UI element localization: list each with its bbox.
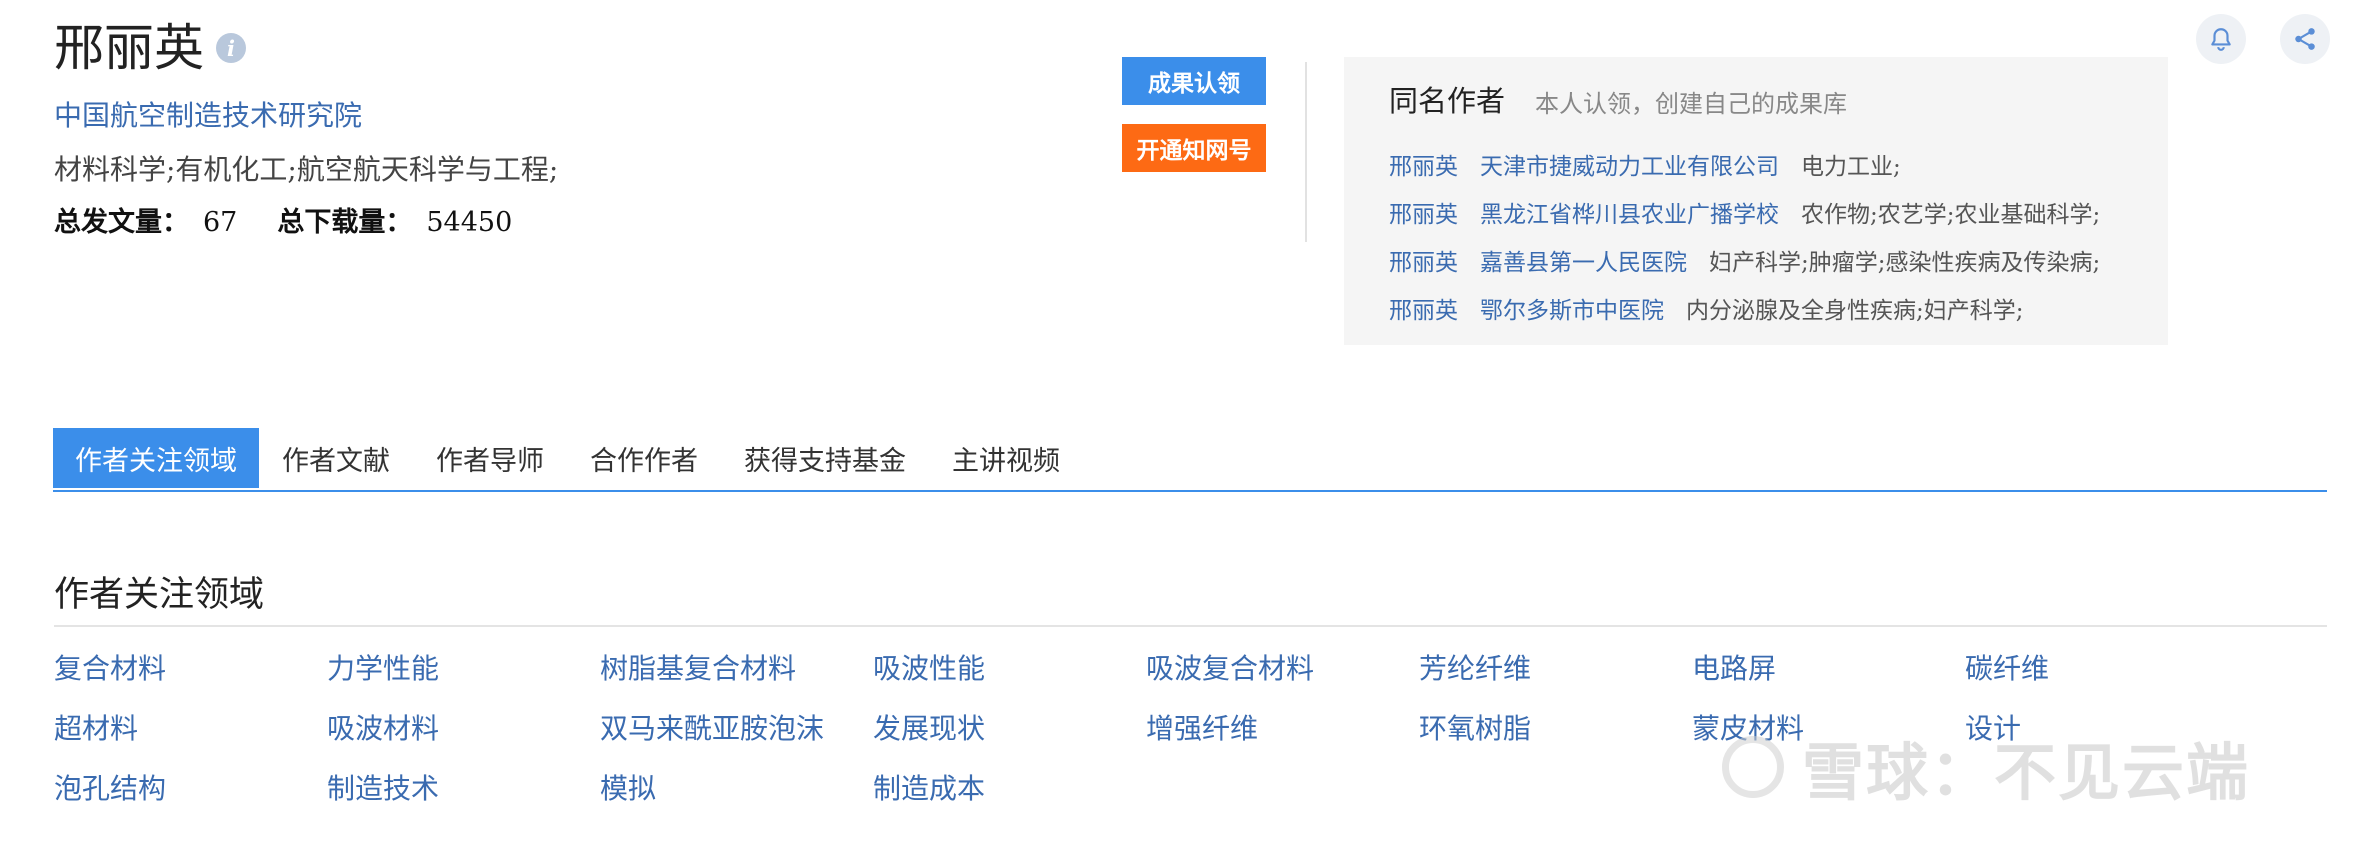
same-name-org-link[interactable]: 天津市捷威动力工业有限公司 (1480, 147, 1779, 181)
same-name-author-link[interactable]: 邢丽英 (1389, 195, 1458, 229)
total-downloads-label: 总下载量： (277, 207, 413, 238)
keyword-link[interactable]: 增强纤维 (1146, 707, 1258, 747)
keyword-link[interactable]: 芳纶纤维 (1419, 647, 1531, 687)
same-name-fields: 电力工业; (1801, 154, 1901, 180)
same-name-org-link[interactable]: 黑龙江省桦川县农业广播学校 (1480, 195, 1779, 229)
keyword-link[interactable]: 制造成本 (873, 767, 985, 807)
author-name: 邢丽英 (54, 19, 204, 77)
same-name-row: 邢丽英 嘉善县第一人民医院 妇产科学;肿瘤学;感染性疾病及传染病; (1389, 243, 2100, 277)
keyword-link[interactable]: 吸波性能 (873, 647, 985, 687)
watermark-text: 雪球：不见云端 (1802, 736, 2251, 809)
same-name-org-link[interactable]: 嘉善县第一人民医院 (1480, 243, 1687, 277)
keyword-link[interactable]: 吸波材料 (327, 707, 439, 747)
same-name-row: 邢丽英 天津市捷威动力工业有限公司 电力工业; (1389, 147, 1901, 181)
same-name-author-link[interactable]: 邢丽英 (1389, 147, 1458, 181)
section-divider (54, 625, 2327, 627)
keyword-link[interactable]: 模拟 (600, 767, 656, 807)
open-notification-button[interactable]: 开通知网号 (1122, 124, 1266, 172)
section-title: 作者关注领域 (54, 575, 265, 615)
author-header: 邢丽英 i (54, 18, 246, 78)
same-name-fields: 农作物;农艺学;农业基础科学; (1801, 202, 2101, 228)
tab-funding[interactable]: 获得支持基金 (721, 428, 929, 488)
tab-publications[interactable]: 作者文献 (259, 428, 413, 488)
keyword-link[interactable]: 吸波复合材料 (1146, 647, 1314, 687)
same-name-fields: 妇产科学;肿瘤学;感染性疾病及传染病; (1709, 250, 2101, 276)
keyword-link[interactable]: 发展现状 (873, 707, 985, 747)
total-downloads-value: 54450 (426, 207, 513, 238)
tab-videos[interactable]: 主讲视频 (929, 428, 1083, 488)
xueqiu-logo-icon (1722, 736, 1784, 798)
tab-bar: 作者关注领域 作者文献 作者导师 合作作者 获得支持基金 主讲视频 (53, 428, 2327, 492)
keyword-link[interactable]: 复合材料 (54, 647, 166, 687)
share-icon (2295, 28, 2315, 50)
total-pubs-label: 总发文量： (54, 207, 189, 238)
notification-button[interactable] (2196, 14, 2246, 64)
claim-results-button[interactable]: 成果认领 (1122, 57, 1266, 105)
info-icon[interactable]: i (216, 33, 246, 63)
share-button[interactable] (2280, 14, 2330, 64)
same-name-org-link[interactable]: 鄂尔多斯市中医院 (1480, 291, 1664, 325)
keyword-link[interactable]: 力学性能 (327, 647, 439, 687)
same-name-row: 邢丽英 黑龙江省桦川县农业广播学校 农作物;农艺学;农业基础科学; (1389, 195, 2100, 229)
keyword-link[interactable]: 泡孔结构 (54, 767, 166, 807)
author-institution-link[interactable]: 中国航空制造技术研究院 (54, 94, 362, 134)
keyword-link[interactable]: 双马来酰亚胺泡沫 (600, 707, 824, 747)
keyword-link[interactable]: 环氧树脂 (1419, 707, 1531, 747)
tab-advisors[interactable]: 作者导师 (413, 428, 567, 488)
keyword-link[interactable]: 超材料 (54, 707, 138, 747)
watermark: 雪球：不见云端 (1722, 722, 2250, 812)
same-name-author-link[interactable]: 邢丽英 (1389, 243, 1458, 277)
header-divider (1305, 62, 1307, 242)
same-name-fields: 内分泌腺及全身性疾病;妇产科学; (1686, 298, 2024, 324)
keyword-link[interactable]: 制造技术 (327, 767, 439, 807)
keyword-link[interactable]: 电路屏 (1692, 647, 1776, 687)
total-pubs-value: 67 (203, 207, 238, 238)
bell-icon (2211, 28, 2231, 51)
same-name-author-link[interactable]: 邢丽英 (1389, 291, 1458, 325)
tab-coauthors[interactable]: 合作作者 (567, 428, 721, 488)
author-stats: 总发文量： 67 总下载量： 54450 (54, 200, 552, 239)
tab-focus-areas[interactable]: 作者关注领域 (53, 428, 259, 488)
same-name-title: 同名作者 (1389, 84, 1506, 118)
keyword-link[interactable]: 树脂基复合材料 (600, 647, 796, 687)
same-name-row: 邢丽英 鄂尔多斯市中医院 内分泌腺及全身性疾病;妇产科学; (1389, 291, 2024, 325)
same-name-subtitle: 本人认领，创建自己的成果库 (1535, 90, 1847, 118)
keyword-link[interactable]: 碳纤维 (1965, 647, 2049, 687)
author-fields: 材料科学;有机化工;航空航天科学与工程; (54, 153, 559, 186)
